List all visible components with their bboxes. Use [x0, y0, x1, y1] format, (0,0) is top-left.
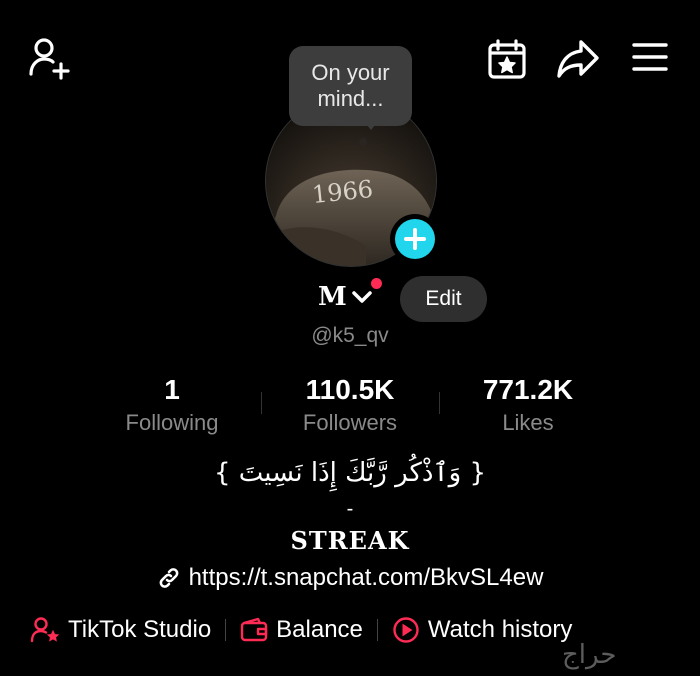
watch-history-button[interactable]: Watch history	[392, 616, 572, 644]
mind-bubble[interactable]: On your mind...	[289, 46, 412, 126]
share-button[interactable]	[555, 38, 601, 80]
calendar-star-icon	[488, 39, 526, 79]
quick-actions: TikTok Studio Balance Watch history	[30, 616, 572, 644]
balance-button[interactable]: Balance	[240, 616, 363, 644]
stat-label: Followers	[302, 410, 398, 435]
hamburger-menu-icon	[632, 43, 668, 71]
link-icon	[159, 568, 178, 588]
display-name-row[interactable]: M	[318, 282, 373, 312]
separator	[225, 619, 227, 641]
display-name: M	[318, 282, 347, 312]
stat-label: Likes	[502, 410, 554, 435]
bubble-tail	[363, 120, 379, 130]
play-circle-icon	[393, 617, 419, 643]
chevron-down-icon	[352, 291, 372, 303]
bio-link[interactable]: https://t.snapchat.com/BkvSL4ew	[0, 564, 700, 592]
tiktok-studio-label: TikTok Studio	[68, 616, 212, 643]
stat-value: 771.2K	[482, 374, 574, 405]
bio-streak: STREAK	[290, 526, 410, 555]
share-arrow-icon	[557, 40, 599, 78]
notification-dot	[371, 278, 382, 289]
watermark-logo: حراج	[562, 640, 617, 670]
edit-profile-button[interactable]: Edit	[400, 276, 487, 322]
link-url: https://t.snapchat.com/BkvSL4ew	[188, 564, 544, 591]
calendar-button[interactable]	[486, 38, 528, 80]
username: @k5_qv	[311, 324, 389, 347]
person-plus-icon	[29, 38, 70, 80]
stat-value: 110.5K	[305, 374, 395, 405]
separator	[376, 619, 378, 641]
bio-dash: -	[346, 498, 354, 520]
tiktok-studio-button[interactable]: TikTok Studio	[30, 616, 211, 644]
menu-button[interactable]	[632, 42, 668, 72]
stat-following[interactable]: 1 Following	[82, 372, 262, 438]
add-friend-button[interactable]	[28, 36, 72, 80]
mind-bubble-text: On your mind...	[311, 60, 390, 111]
stat-followers[interactable]: 110.5K Followers	[260, 372, 440, 438]
stat-value: 1	[164, 374, 180, 405]
stat-label: Following	[125, 410, 219, 435]
person-star-icon	[30, 617, 60, 643]
add-avatar-button[interactable]	[390, 214, 440, 264]
bio-arabic: { وَٱذْكُر رَّبَّكَ إِذَا نَسِيتَ }	[213, 458, 487, 488]
watch-history-label: Watch history	[427, 616, 573, 643]
wallet-icon	[240, 617, 268, 642]
balance-label: Balance	[276, 616, 363, 643]
plus-icon	[404, 228, 426, 250]
stat-likes[interactable]: 771.2K Likes	[438, 372, 618, 438]
